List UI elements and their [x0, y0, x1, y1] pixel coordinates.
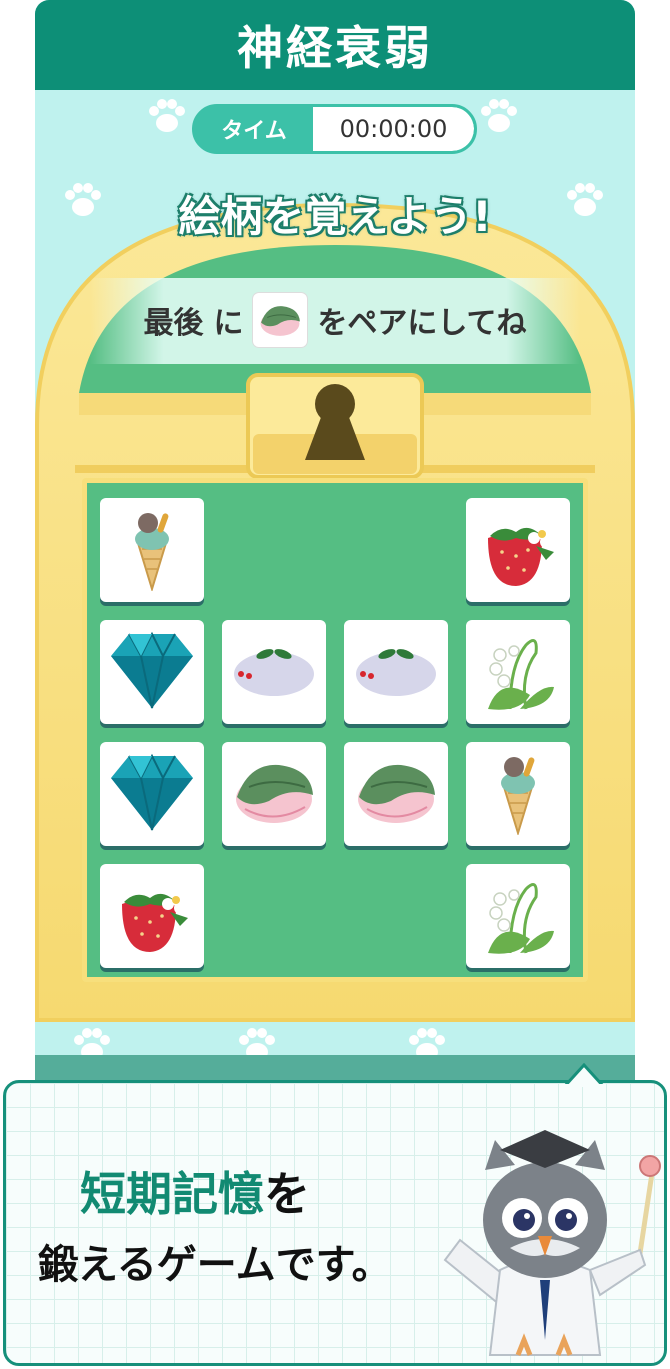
- card[interactable]: [222, 742, 326, 846]
- instruction-mid: に: [213, 306, 244, 341]
- card[interactable]: [344, 620, 448, 724]
- diamond-icon: [107, 750, 197, 838]
- game-title: 神経衰弱: [35, 0, 635, 90]
- instruction-suffix: をペアにしてね: [317, 306, 527, 341]
- bubble-tail: [562, 1063, 606, 1087]
- timer-label: タイム: [221, 119, 287, 144]
- headline: 絵柄を覚えよう!: [178, 192, 492, 241]
- timer-value: 00:00:00: [313, 107, 474, 151]
- card[interactable]: [344, 742, 448, 846]
- caption-rest: を: [264, 1167, 310, 1221]
- ice-cream-icon: [122, 505, 182, 595]
- card[interactable]: [100, 864, 204, 968]
- sakura-mochi-icon: [253, 293, 308, 347]
- owl-professor-mascot: [443, 1130, 661, 1356]
- snow-bunny-icon: [351, 640, 441, 704]
- card[interactable]: [222, 620, 326, 724]
- card[interactable]: [466, 742, 570, 846]
- timer: タイム 00:00:00: [192, 104, 477, 154]
- lily-of-the-valley-icon: [480, 869, 556, 963]
- diamond-icon: [107, 628, 197, 716]
- card[interactable]: [466, 864, 570, 968]
- keyhole-lock: [246, 373, 424, 479]
- paw-icon: [481, 99, 517, 132]
- card[interactable]: [466, 620, 570, 724]
- ice-cream-icon: [488, 749, 548, 839]
- paw-icon: [149, 99, 185, 132]
- caption-highlight: 短期記憶: [80, 1167, 264, 1221]
- sakura-mochi-icon: [351, 757, 441, 831]
- card[interactable]: [466, 498, 570, 602]
- instruction: 最後 に をペアにしてね: [95, 290, 575, 350]
- card[interactable]: [100, 498, 204, 602]
- strawberry-icon: [476, 506, 560, 594]
- snow-bunny-icon: [229, 640, 319, 704]
- lily-of-the-valley-icon: [480, 625, 556, 719]
- sakura-mochi-icon: [229, 757, 319, 831]
- card[interactable]: [100, 620, 204, 724]
- strawberry-icon: [110, 872, 194, 960]
- card[interactable]: [100, 742, 204, 846]
- caption-line2: 鍛えるゲームです。: [38, 1242, 392, 1288]
- instruction-prefix: 最後: [143, 306, 204, 341]
- caption-line1: 短期記憶を: [80, 1158, 310, 1224]
